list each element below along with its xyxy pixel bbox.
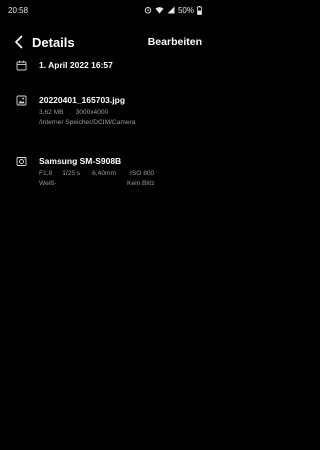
- calendar-icon: [14, 59, 28, 74]
- date-value: 1. April 2022 16:57: [39, 60, 113, 70]
- image-icon: [14, 94, 28, 109]
- file-row: 20220401_165703.jpg 3,62 MB 3000x4000 /I…: [14, 94, 204, 128]
- back-button[interactable]: [10, 32, 26, 52]
- battery-icon: [197, 5, 202, 15]
- camera-model: Samsung SM-S908B: [39, 156, 122, 166]
- details-screen: 20:58 50% Details Bearbeiten 1. April 20…: [0, 0, 210, 450]
- camera-specs: F1,8 1/25 s 6,40mm ISO 800: [39, 169, 204, 179]
- status-bar: 20:58 50%: [0, 0, 210, 20]
- flash: Kein Blitz: [127, 180, 155, 187]
- focal-length: 6,40mm: [92, 170, 116, 177]
- file-specs: 3,62 MB 3000x4000: [39, 108, 204, 118]
- chevron-left-icon: [14, 35, 22, 49]
- edit-button[interactable]: Bearbeiten: [148, 36, 202, 48]
- app-bar: Details Bearbeiten: [0, 28, 210, 56]
- camera-icon: [14, 155, 28, 170]
- battery-percent: 50%: [177, 5, 194, 15]
- date-row: 1. April 2022 16:57: [14, 59, 204, 74]
- file-size: 3,62 MB: [39, 109, 64, 116]
- alarm-icon: [144, 6, 152, 14]
- exposure: 1/25 s: [62, 170, 81, 177]
- status-icons: 50%: [144, 5, 202, 15]
- page-title: Details: [32, 34, 75, 50]
- wifi-icon: [155, 6, 164, 14]
- file-resolution: 3000x4000: [75, 109, 109, 116]
- aperture: F1,8: [39, 170, 53, 177]
- iso: ISO 800: [130, 170, 155, 177]
- file-name: 20220401_165703.jpg: [39, 95, 126, 105]
- camera-row: Samsung SM-S908B F1,8 1/25 s 6,40mm ISO …: [14, 155, 204, 189]
- camera-extra: Weiß- Kein Blitz: [39, 179, 204, 189]
- status-time: 20:58: [8, 5, 29, 15]
- file-path: /Interner Speicher/DCIM/Camera: [39, 119, 136, 126]
- white-balance: Weiß-: [39, 180, 57, 187]
- signal-icon: [167, 6, 175, 14]
